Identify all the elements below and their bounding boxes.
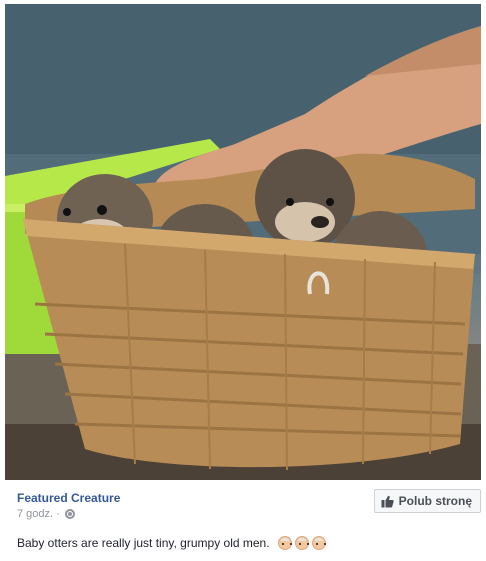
timestamp-text: 7 godz. — [17, 508, 54, 520]
page-name-link[interactable]: Featured Creature — [17, 490, 120, 506]
post-photo[interactable] — [5, 4, 481, 480]
older-man-emoji-icon — [311, 536, 326, 550]
post-footer: Featured Creature 7 godz. · Polub stronę… — [5, 480, 481, 561]
emoji-row — [277, 536, 326, 550]
post-timestamp[interactable]: 7 godz. · — [17, 507, 75, 521]
post-card: Featured Creature 7 godz. · Polub stronę… — [0, 0, 486, 561]
like-page-label: Polub stronę — [398, 494, 472, 508]
wicker-basket — [23, 219, 475, 471]
older-man-emoji-icon — [277, 536, 292, 550]
timestamp-separator: · — [56, 508, 60, 520]
post-caption: Baby otters are really just tiny, grumpy… — [17, 535, 326, 551]
globe-icon — [64, 509, 75, 519]
older-man-emoji-icon — [294, 536, 309, 550]
thumbs-up-icon — [381, 495, 394, 507]
otters-in-basket-image — [5, 4, 481, 480]
caption-text: Baby otters are really just tiny, grumpy… — [17, 536, 270, 550]
like-page-button[interactable]: Polub stronę — [373, 489, 481, 513]
